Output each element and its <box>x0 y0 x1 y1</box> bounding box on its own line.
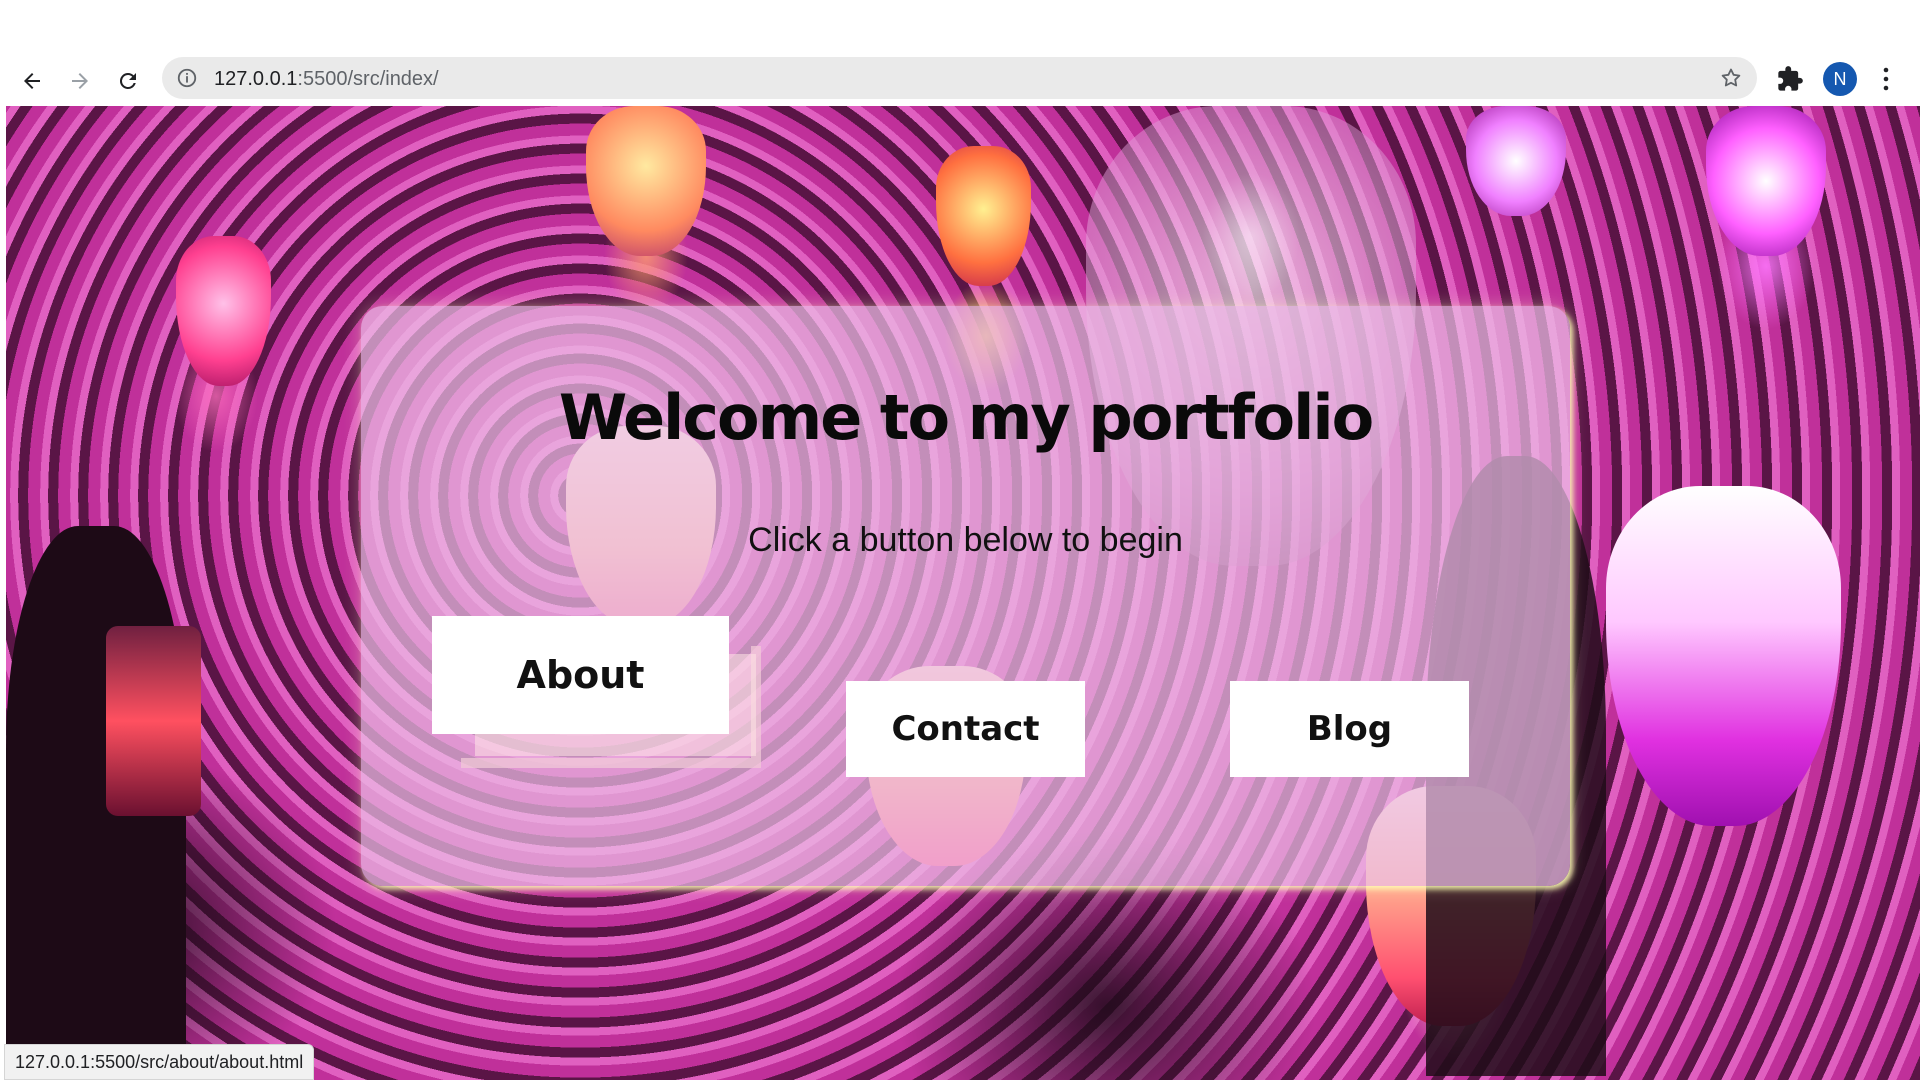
browser-toolbar: 127.0.0.1:5500/src/index/ N <box>0 55 1920 105</box>
back-button[interactable] <box>18 67 46 95</box>
address-url[interactable]: 127.0.0.1:5500/src/index/ <box>214 68 439 91</box>
welcome-card: Welcome to my portfolio Click a button b… <box>361 306 1570 886</box>
about-button[interactable]: About <box>432 616 729 734</box>
address-bar[interactable]: 127.0.0.1:5500/src/index/ <box>162 57 1757 99</box>
reload-icon <box>119 72 136 89</box>
back-arrow-icon <box>24 73 40 89</box>
forward-button[interactable] <box>66 67 94 95</box>
url-host: 127.0.0.1 <box>214 68 298 90</box>
url-path: :5500/src/index/ <box>297 68 439 90</box>
profile-avatar[interactable]: N <box>1823 62 1857 96</box>
browser-title-bar <box>0 0 1920 55</box>
extensions-puzzle-icon[interactable] <box>1776 65 1804 93</box>
page-subtitle: Click a button below to begin <box>748 521 1183 559</box>
site-info-icon[interactable] <box>176 67 198 89</box>
blog-button[interactable]: Blog <box>1230 681 1469 777</box>
page-title: Welcome to my portfolio <box>558 381 1374 454</box>
forward-arrow-icon <box>72 73 88 89</box>
contact-button[interactable]: Contact <box>846 681 1085 777</box>
bookmark-star-icon[interactable] <box>1719 66 1743 90</box>
page-viewport: Welcome to my portfolio Click a button b… <box>6 106 1920 1080</box>
link-status-bar: 127.0.0.1:5500/src/about/about.html <box>4 1044 315 1080</box>
reload-button[interactable] <box>114 67 142 95</box>
browser-menu-icon[interactable] <box>1874 65 1898 93</box>
